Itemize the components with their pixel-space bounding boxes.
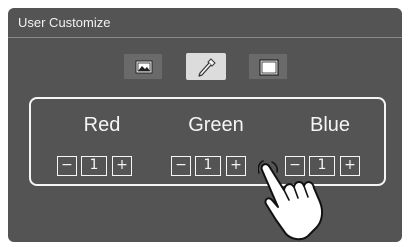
screen-title: User Customize bbox=[18, 15, 111, 30]
panel-icon bbox=[259, 59, 279, 76]
green-label: Green bbox=[188, 114, 244, 136]
green-control: Green − 1 + bbox=[171, 109, 261, 179]
red-decrease-button[interactable]: − bbox=[57, 156, 77, 176]
red-value: 1 bbox=[81, 156, 107, 176]
tab-eyedropper[interactable] bbox=[186, 53, 226, 80]
tab-image[interactable] bbox=[123, 53, 163, 80]
red-increase-button[interactable]: + bbox=[112, 156, 132, 176]
image-icon bbox=[135, 60, 153, 74]
red-control: Red − 1 + bbox=[57, 109, 147, 179]
touch-hand-icon bbox=[258, 160, 324, 241]
blue-label: Blue bbox=[309, 114, 351, 136]
red-label: Red bbox=[83, 114, 121, 136]
eyedropper-icon bbox=[198, 58, 216, 77]
tab-panel[interactable] bbox=[248, 53, 288, 80]
title-bar: User Customize bbox=[8, 8, 402, 38]
green-increase-button[interactable]: + bbox=[226, 156, 246, 176]
green-decrease-button[interactable]: − bbox=[171, 156, 191, 176]
green-value: 1 bbox=[195, 156, 221, 176]
